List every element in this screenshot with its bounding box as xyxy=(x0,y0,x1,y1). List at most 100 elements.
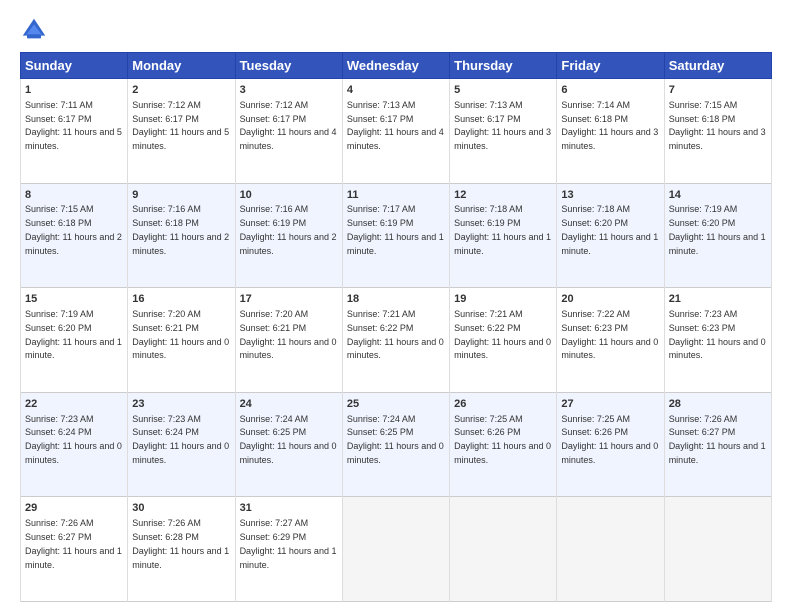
day-cell-27: 27 Sunrise: 7:25 AMSunset: 6:26 PMDayligh… xyxy=(557,392,664,497)
day-info: Sunrise: 7:23 AMSunset: 6:24 PMDaylight:… xyxy=(25,414,122,465)
day-info: Sunrise: 7:13 AMSunset: 6:17 PMDaylight:… xyxy=(454,100,551,151)
day-number: 1 xyxy=(25,83,123,98)
day-info: Sunrise: 7:26 AMSunset: 6:27 PMDaylight:… xyxy=(25,518,122,569)
day-info: Sunrise: 7:20 AMSunset: 6:21 PMDaylight:… xyxy=(240,309,337,360)
day-info: Sunrise: 7:21 AMSunset: 6:22 PMDaylight:… xyxy=(454,309,551,360)
day-cell-18: 18 Sunrise: 7:21 AMSunset: 6:22 PMDayligh… xyxy=(342,288,449,393)
day-number: 28 xyxy=(669,397,767,412)
day-info: Sunrise: 7:13 AMSunset: 6:17 PMDaylight:… xyxy=(347,100,444,151)
day-cell-12: 12Sunrise: 7:18 AMSunset: 6:19 PMDayligh… xyxy=(450,183,557,288)
day-cell-8: 8Sunrise: 7:15 AMSunset: 6:18 PMDaylight… xyxy=(21,183,128,288)
week-row-3: 15 Sunrise: 7:19 AMSunset: 6:20 PMDayligh… xyxy=(21,288,772,393)
day-cell-2: 2 Sunrise: 7:12 AMSunset: 6:17 PMDaylight… xyxy=(128,79,235,184)
day-info: Sunrise: 7:25 AMSunset: 6:26 PMDaylight:… xyxy=(561,414,658,465)
day-cell-4: 4 Sunrise: 7:13 AMSunset: 6:17 PMDaylight… xyxy=(342,79,449,184)
day-number: 12 xyxy=(454,188,552,203)
day-number: 16 xyxy=(132,292,230,307)
weekday-row: SundayMondayTuesdayWednesdayThursdayFrid… xyxy=(21,53,772,79)
day-number: 14 xyxy=(669,188,767,203)
day-cell-10: 10Sunrise: 7:16 AMSunset: 6:19 PMDayligh… xyxy=(235,183,342,288)
weekday-friday: Friday xyxy=(557,53,664,79)
day-info: Sunrise: 7:14 AMSunset: 6:18 PMDaylight:… xyxy=(561,100,658,151)
week-row-5: 29Sunrise: 7:26 AMSunset: 6:27 PMDayligh… xyxy=(21,497,772,602)
day-number: 30 xyxy=(132,501,230,516)
day-cell-16: 16 Sunrise: 7:20 AMSunset: 6:21 PMDayligh… xyxy=(128,288,235,393)
day-info: Sunrise: 7:24 AMSunset: 6:25 PMDaylight:… xyxy=(240,414,337,465)
day-cell-17: 17 Sunrise: 7:20 AMSunset: 6:21 PMDayligh… xyxy=(235,288,342,393)
day-cell-22: 22 Sunrise: 7:23 AMSunset: 6:24 PMDayligh… xyxy=(21,392,128,497)
day-info: Sunrise: 7:26 AMSunset: 6:27 PMDaylight:… xyxy=(669,414,766,465)
day-cell-30: 30 Sunrise: 7:26 AMSunset: 6:28 PMDayligh… xyxy=(128,497,235,602)
day-number: 18 xyxy=(347,292,445,307)
day-info: Sunrise: 7:19 AMSunset: 6:20 PMDaylight:… xyxy=(669,204,766,255)
day-info: Sunrise: 7:18 AMSunset: 6:19 PMDaylight:… xyxy=(454,204,551,255)
day-cell-7: 7Sunrise: 7:15 AMSunset: 6:18 PMDaylight… xyxy=(664,79,771,184)
empty-cell xyxy=(557,497,664,602)
day-cell-31: 31 Sunrise: 7:27 AMSunset: 6:29 PMDayligh… xyxy=(235,497,342,602)
day-number: 2 xyxy=(132,83,230,98)
day-number: 25 xyxy=(347,397,445,412)
day-info: Sunrise: 7:27 AMSunset: 6:29 PMDaylight:… xyxy=(240,518,337,569)
day-cell-19: 19 Sunrise: 7:21 AMSunset: 6:22 PMDayligh… xyxy=(450,288,557,393)
day-info: Sunrise: 7:19 AMSunset: 6:20 PMDaylight:… xyxy=(25,309,122,360)
day-info: Sunrise: 7:21 AMSunset: 6:22 PMDaylight:… xyxy=(347,309,444,360)
day-number: 7 xyxy=(669,83,767,98)
day-number: 27 xyxy=(561,397,659,412)
day-number: 22 xyxy=(25,397,123,412)
day-cell-14: 14Sunrise: 7:19 AMSunset: 6:20 PMDayligh… xyxy=(664,183,771,288)
week-row-2: 8Sunrise: 7:15 AMSunset: 6:18 PMDaylight… xyxy=(21,183,772,288)
day-info: Sunrise: 7:11 AMSunset: 6:17 PMDaylight:… xyxy=(25,100,122,151)
day-info: Sunrise: 7:23 AMSunset: 6:23 PMDaylight:… xyxy=(669,309,766,360)
day-info: Sunrise: 7:25 AMSunset: 6:26 PMDaylight:… xyxy=(454,414,551,465)
day-number: 17 xyxy=(240,292,338,307)
page: SundayMondayTuesdayWednesdayThursdayFrid… xyxy=(0,0,792,612)
weekday-saturday: Saturday xyxy=(664,53,771,79)
calendar: SundayMondayTuesdayWednesdayThursdayFrid… xyxy=(20,52,772,602)
day-info: Sunrise: 7:26 AMSunset: 6:28 PMDaylight:… xyxy=(132,518,229,569)
calendar-body: 1 Sunrise: 7:11 AMSunset: 6:17 PMDaylight… xyxy=(21,79,772,602)
day-number: 4 xyxy=(347,83,445,98)
day-cell-9: 9Sunrise: 7:16 AMSunset: 6:18 PMDaylight… xyxy=(128,183,235,288)
day-cell-28: 28 Sunrise: 7:26 AMSunset: 6:27 PMDayligh… xyxy=(664,392,771,497)
day-info: Sunrise: 7:17 AMSunset: 6:19 PMDaylight:… xyxy=(347,204,444,255)
day-info: Sunrise: 7:15 AMSunset: 6:18 PMDaylight:… xyxy=(25,204,122,255)
day-info: Sunrise: 7:16 AMSunset: 6:18 PMDaylight:… xyxy=(132,204,229,255)
day-info: Sunrise: 7:24 AMSunset: 6:25 PMDaylight:… xyxy=(347,414,444,465)
day-number: 13 xyxy=(561,188,659,203)
day-cell-24: 24 Sunrise: 7:24 AMSunset: 6:25 PMDayligh… xyxy=(235,392,342,497)
empty-cell xyxy=(450,497,557,602)
day-number: 19 xyxy=(454,292,552,307)
day-number: 15 xyxy=(25,292,123,307)
day-cell-23: 23Sunrise: 7:23 AMSunset: 6:24 PMDayligh… xyxy=(128,392,235,497)
day-number: 11 xyxy=(347,188,445,203)
day-cell-29: 29Sunrise: 7:26 AMSunset: 6:27 PMDayligh… xyxy=(21,497,128,602)
weekday-thursday: Thursday xyxy=(450,53,557,79)
day-number: 31 xyxy=(240,501,338,516)
weekday-tuesday: Tuesday xyxy=(235,53,342,79)
day-cell-25: 25 Sunrise: 7:24 AMSunset: 6:25 PMDayligh… xyxy=(342,392,449,497)
day-number: 21 xyxy=(669,292,767,307)
day-info: Sunrise: 7:20 AMSunset: 6:21 PMDaylight:… xyxy=(132,309,229,360)
empty-cell xyxy=(664,497,771,602)
day-info: Sunrise: 7:18 AMSunset: 6:20 PMDaylight:… xyxy=(561,204,658,255)
empty-cell xyxy=(342,497,449,602)
day-cell-13: 13Sunrise: 7:18 AMSunset: 6:20 PMDayligh… xyxy=(557,183,664,288)
day-cell-15: 15 Sunrise: 7:19 AMSunset: 6:20 PMDayligh… xyxy=(21,288,128,393)
day-number: 26 xyxy=(454,397,552,412)
day-info: Sunrise: 7:22 AMSunset: 6:23 PMDaylight:… xyxy=(561,309,658,360)
day-number: 20 xyxy=(561,292,659,307)
day-cell-3: 3 Sunrise: 7:12 AMSunset: 6:17 PMDaylight… xyxy=(235,79,342,184)
day-cell-11: 11Sunrise: 7:17 AMSunset: 6:19 PMDayligh… xyxy=(342,183,449,288)
weekday-monday: Monday xyxy=(128,53,235,79)
day-info: Sunrise: 7:12 AMSunset: 6:17 PMDaylight:… xyxy=(240,100,337,151)
day-info: Sunrise: 7:23 AMSunset: 6:24 PMDaylight:… xyxy=(132,414,229,465)
day-number: 5 xyxy=(454,83,552,98)
header xyxy=(20,16,772,44)
calendar-header: SundayMondayTuesdayWednesdayThursdayFrid… xyxy=(21,53,772,79)
day-info: Sunrise: 7:12 AMSunset: 6:17 PMDaylight:… xyxy=(132,100,229,151)
week-row-4: 22 Sunrise: 7:23 AMSunset: 6:24 PMDayligh… xyxy=(21,392,772,497)
day-cell-1: 1 Sunrise: 7:11 AMSunset: 6:17 PMDaylight… xyxy=(21,79,128,184)
day-number: 3 xyxy=(240,83,338,98)
day-number: 24 xyxy=(240,397,338,412)
day-cell-6: 6Sunrise: 7:14 AMSunset: 6:18 PMDaylight… xyxy=(557,79,664,184)
